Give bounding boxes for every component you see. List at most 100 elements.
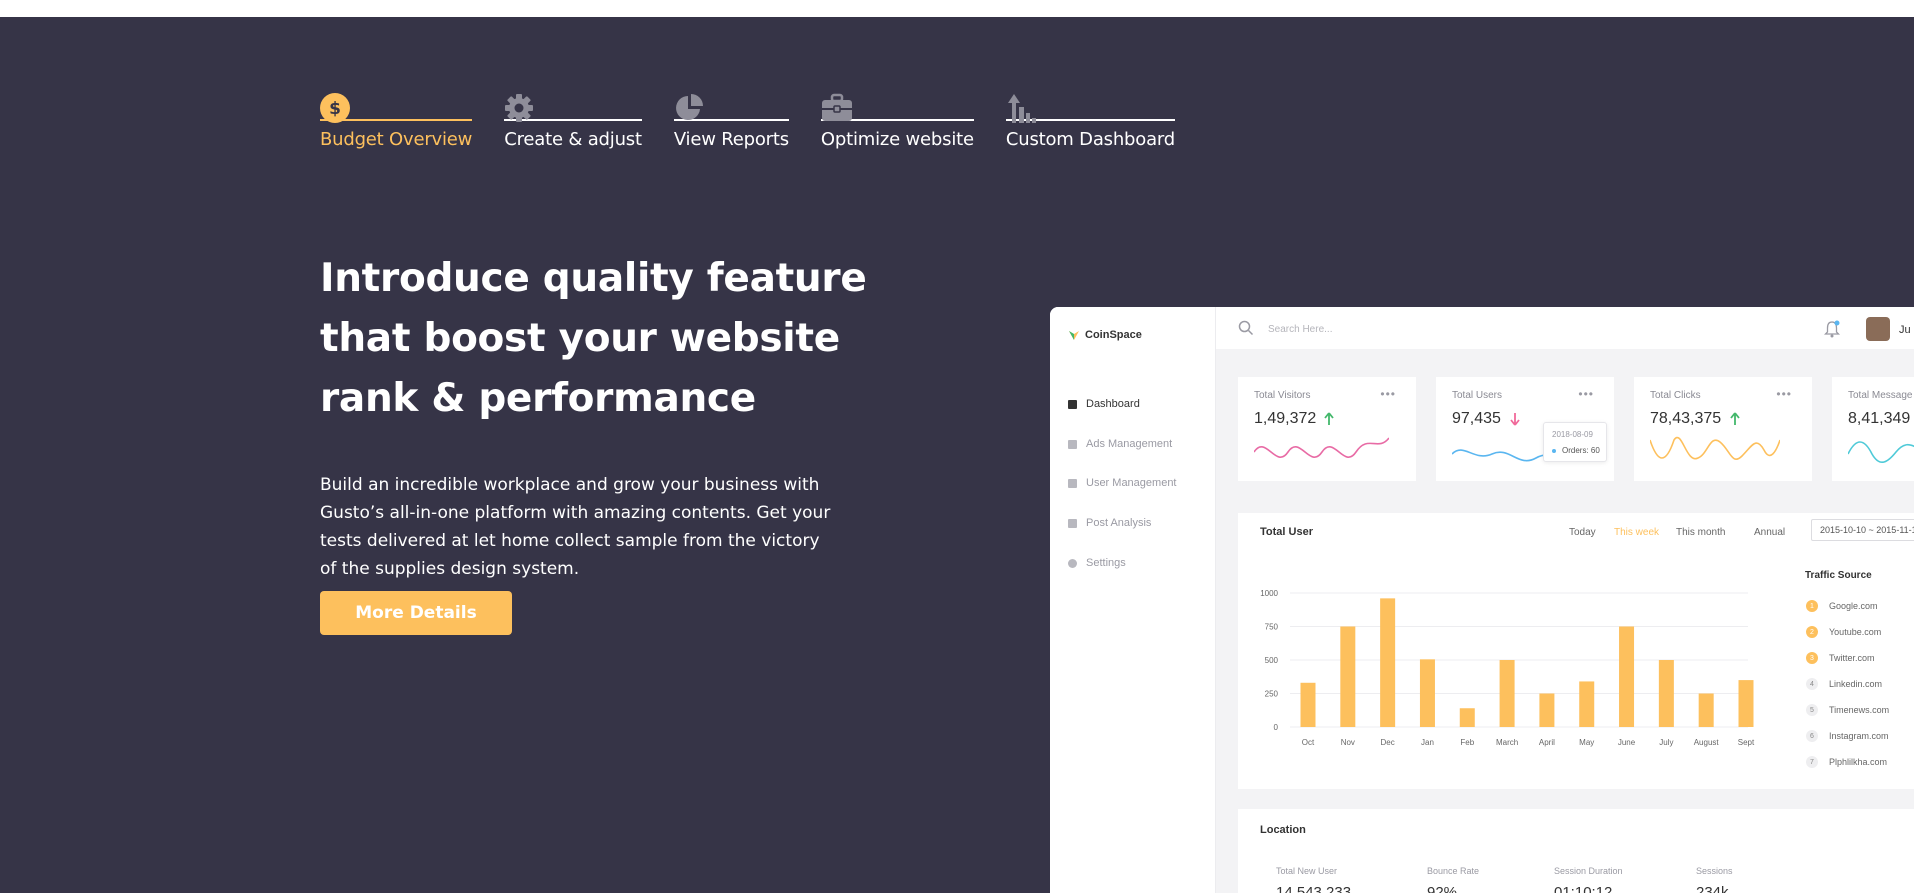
tab-custom-dashboard[interactable]: Custom Dashboard — [1005, 75, 1175, 150]
sidebar-item-label: Settings — [1086, 557, 1126, 569]
arrow-up-icon — [1324, 412, 1334, 425]
traffic-name: Twitter.com — [1829, 653, 1875, 663]
stat-value: 1,49,372 — [1254, 410, 1317, 427]
total-user-bar-chart: 0 250 500 750 1000 Oct Nov Dec Jan Feb March April M… — [1260, 589, 1755, 747]
x-tick-label: July — [1659, 738, 1673, 747]
tab-budget-overview[interactable]: $ Budget Overview — [320, 75, 472, 150]
bar — [1340, 626, 1356, 727]
gear-icon — [504, 75, 642, 122]
tab-label: View Reports — [673, 129, 789, 150]
avatar[interactable] — [1866, 317, 1890, 341]
traffic-name: Youtube.com — [1829, 627, 1882, 637]
range-tab-this-week[interactable]: This week — [1614, 527, 1659, 538]
bar — [1579, 681, 1595, 727]
more-icon[interactable]: ••• — [1776, 387, 1792, 401]
hero-description: Build an incredible workplace and grow y… — [320, 475, 831, 579]
tooltip-text: Orders: 60 — [1562, 446, 1600, 455]
sidebar-item-settings[interactable]: Settings — [1068, 557, 1126, 569]
sparkline — [1254, 437, 1389, 458]
dashboard-sidebar: CoinSpace Dashboard Ads Management User … — [1050, 307, 1216, 893]
more-icon[interactable]: ••• — [1578, 387, 1594, 401]
user-name[interactable]: Ju — [1899, 324, 1911, 336]
arrow-down-icon — [1510, 413, 1520, 426]
rank-badge: 5 — [1806, 704, 1818, 716]
traffic-item-linkedin[interactable]: 4 Linkedin.com — [1806, 678, 1882, 690]
y-tick-label: 500 — [1265, 656, 1279, 665]
sidebar-item-label: User Management — [1086, 477, 1177, 489]
stat-label: Session Duration — [1554, 866, 1623, 876]
x-tick-label: March — [1496, 738, 1518, 747]
sidebar-item-post-analysis[interactable]: Post Analysis — [1068, 517, 1151, 529]
brand-name: CoinSpace — [1085, 329, 1142, 341]
sidebar-item-ads-management[interactable]: Ads Management — [1068, 438, 1172, 450]
settings-icon — [1068, 558, 1077, 568]
tooltip-date: 2018-08-09 — [1552, 430, 1593, 439]
rank-badge: 7 — [1806, 756, 1818, 768]
tab-create-adjust[interactable]: Create & adjust — [504, 75, 642, 150]
stat-card-total-visitors: Total Visitors ••• 1,49,372 — [1238, 377, 1416, 481]
stat-card-total-clicks: Total Clicks ••• 78,43,375 — [1634, 377, 1812, 481]
traffic-name: Linkedin.com — [1829, 679, 1883, 689]
stat-label: Bounce Rate — [1427, 866, 1480, 876]
bar — [1380, 598, 1396, 727]
stat-title: Total Users — [1452, 390, 1503, 401]
panel-title: Location — [1260, 824, 1306, 836]
bell-icon[interactable] — [1824, 320, 1840, 338]
location-panel: Location Total New User 14,543,233 Bounc… — [1238, 809, 1914, 893]
traffic-item-twitter[interactable]: 3 Twitter.com — [1806, 652, 1875, 664]
range-tab-today[interactable]: Today — [1569, 527, 1596, 538]
x-tick-label: Feb — [1460, 738, 1474, 747]
y-tick-label: 250 — [1265, 690, 1279, 699]
tab-label: Budget Overview — [320, 129, 473, 150]
total-user-panel: Total User Today This week This month An… — [1238, 513, 1914, 789]
sidebar-item-label: Post Analysis — [1086, 517, 1152, 529]
svg-text:$: $ — [329, 99, 341, 119]
more-details-button[interactable]: More Details — [320, 591, 512, 635]
arrow-up-icon — [1730, 412, 1740, 425]
range-tab-annual[interactable]: Annual — [1754, 527, 1785, 538]
stat-label: Total New User — [1276, 866, 1338, 876]
search-input[interactable]: Search Here... — [1268, 324, 1332, 335]
tab-view-reports[interactable]: View Reports — [673, 75, 789, 150]
features-section: $ Budget Overview Create & adjust View R… — [0, 17, 1914, 893]
sidebar-item-label: Dashboard — [1086, 398, 1140, 410]
traffic-item-google[interactable]: 1 Google.com — [1806, 600, 1878, 612]
date-range-picker[interactable]: 2015-10-10 ~ 2015-11-10 — [1811, 519, 1914, 541]
x-tick-label: June — [1618, 738, 1636, 747]
rank-badge: 4 — [1806, 678, 1818, 690]
x-tick-label: May — [1579, 738, 1594, 747]
location-stat: Total New User 14,543,233 — [1276, 866, 1351, 893]
tab-optimize-website[interactable]: Optimize website — [820, 75, 974, 150]
calendar-icon — [1068, 518, 1077, 528]
x-tick-label: August — [1694, 738, 1720, 747]
stat-value: 97,435 — [1452, 410, 1501, 427]
x-tick-label: Jan — [1421, 738, 1434, 747]
brand: CoinSpace — [1068, 329, 1142, 341]
stat-label: Sessions — [1696, 866, 1733, 876]
x-tick-label: Oct — [1302, 738, 1315, 747]
more-icon[interactable]: ••• — [1380, 387, 1396, 401]
y-tick-label: 1000 — [1260, 589, 1278, 598]
x-tick-label: Nov — [1341, 738, 1355, 747]
bar — [1419, 659, 1435, 727]
traffic-item-instagram[interactable]: 6 Instagram.com — [1806, 730, 1889, 742]
bar — [1619, 626, 1635, 727]
tab-label: Optimize website — [820, 129, 974, 150]
y-tick-label: 750 — [1265, 623, 1279, 632]
stat-value: 78,43,375 — [1650, 410, 1722, 427]
bar-arrow-icon — [1006, 75, 1175, 123]
traffic-item-youtube[interactable]: 2 Youtube.com — [1806, 626, 1881, 638]
sidebar-item-label: Ads Management — [1086, 438, 1173, 450]
sidebar-item-dashboard[interactable]: Dashboard — [1068, 398, 1140, 410]
feature-tabs: $ Budget Overview Create & adjust View R… — [320, 75, 1207, 150]
traffic-item-timenews[interactable]: 5 Timenews.com — [1806, 704, 1889, 716]
search-icon[interactable] — [1238, 320, 1254, 336]
rank-badge: 3 — [1806, 652, 1818, 664]
traffic-item-plphlilkha[interactable]: 7 Plphlilkha.com — [1806, 756, 1887, 768]
traffic-name: Timenews.com — [1829, 705, 1890, 715]
bar — [1539, 693, 1555, 727]
bar — [1698, 693, 1714, 727]
range-tab-this-month[interactable]: This month — [1676, 527, 1725, 538]
sidebar-item-user-management[interactable]: User Management — [1068, 477, 1177, 489]
stat-card-total-message: Total Message 8,41,349 — [1832, 377, 1914, 481]
